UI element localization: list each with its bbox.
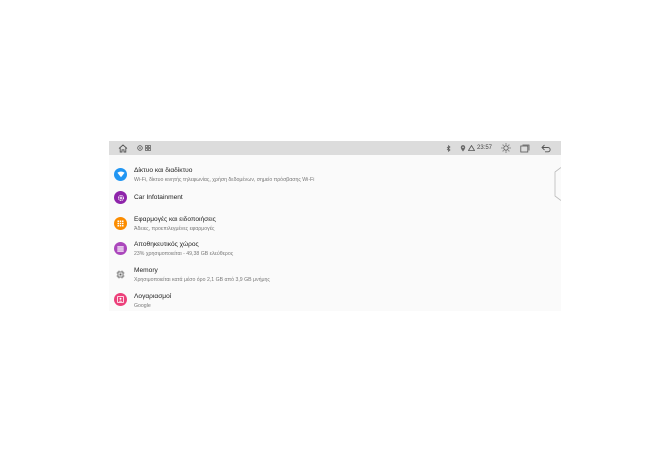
media-icon [136,142,143,154]
grid-icon [144,142,151,154]
bluetooth-icon [445,142,452,154]
setting-subtitle: Google [134,303,151,309]
settings-item-accounts[interactable]: Λογαριασμοί Google [109,292,539,311]
clock: 23:57 [477,145,493,151]
settings-item-storage[interactable]: Αποθηκευτικός χώρος 23% χρησιμοποιείται … [109,240,539,264]
settings-item-apps[interactable]: Εφαρμογές και ειδοποιήσεις Άδειες, προεπ… [109,214,539,238]
status-bar: 23:57 [109,141,561,155]
brightness-icon[interactable] [500,142,512,154]
setting-title: Αποθηκευτικός χώρος [134,241,199,248]
setting-title: Memory [134,267,158,274]
settings-item-car-infotainment[interactable]: Car Infotainment [109,189,539,213]
storage-icon [114,242,127,255]
account-icon [114,293,127,306]
wifi-icon [114,168,127,181]
gps-icon [467,142,475,154]
setting-title: Εφαρμογές και ειδοποιήσεις [134,216,216,223]
settings-screen: 23:57 Δίκτυο και διαδίκτυο Wi-Fi, δίκτυο… [109,141,561,311]
setting-title: Λογαριασμοί [134,293,172,300]
setting-subtitle: Χρησιμοποιείται κατά μέσο όρο 2,1 GB από… [134,277,270,283]
settings-item-network[interactable]: Δίκτυο και διαδίκτυο Wi-Fi, δίκτυο κινητ… [109,163,539,187]
side-panel-handle[interactable] [552,167,561,201]
setting-title: Car Infotainment [134,194,183,201]
settings-item-memory[interactable]: Memory Χρησιμοποιείται κατά μέσο όρο 2,1… [109,266,539,290]
memory-icon [114,268,127,281]
back-icon[interactable] [540,142,552,154]
gear-icon [114,191,127,204]
home-icon[interactable] [117,142,129,154]
setting-subtitle: 23% χρησιμοποιείται - 49,38 GB ελεύθερος [134,251,234,257]
location-icon [459,142,466,154]
recents-icon[interactable] [519,142,531,154]
apps-icon [114,217,127,230]
setting-title: Δίκτυο και διαδίκτυο [134,167,193,174]
setting-subtitle: Άδειες, προεπιλεγμένες εφαρμογές [134,226,215,232]
setting-subtitle: Wi-Fi, δίκτυο κινητής τηλεφωνίας, χρήση … [134,177,315,183]
